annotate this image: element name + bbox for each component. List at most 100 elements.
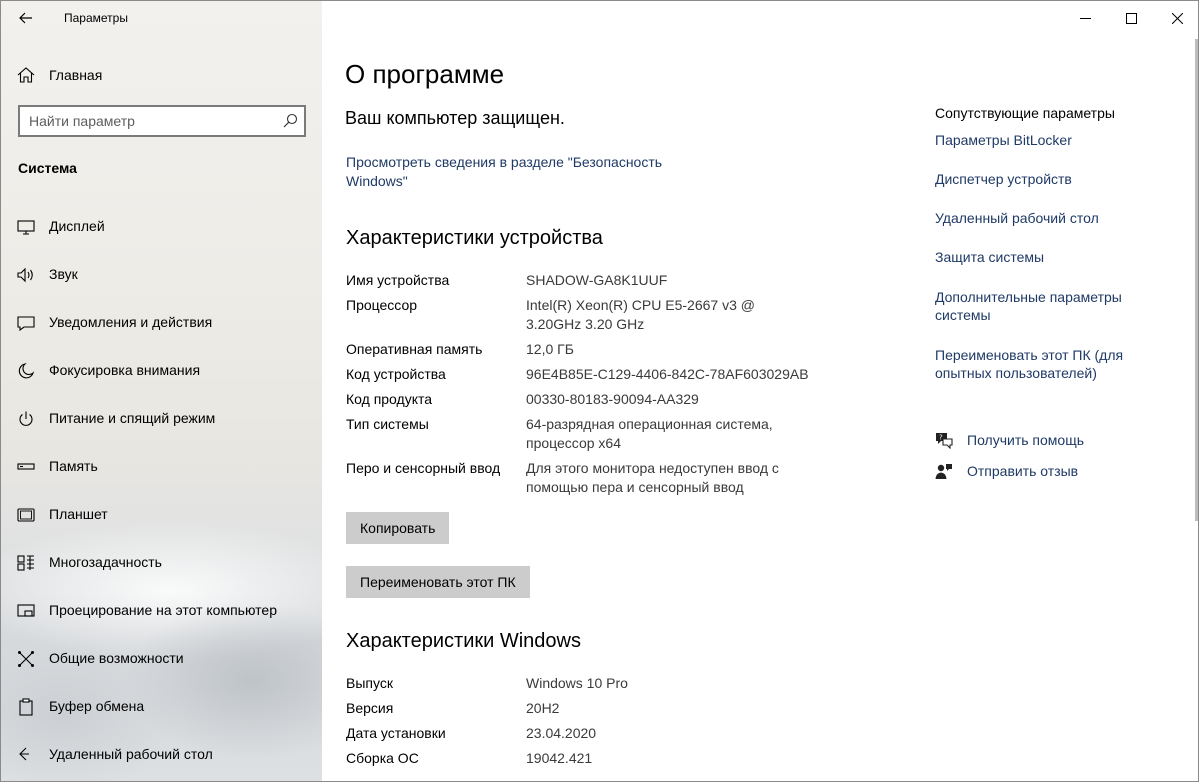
search-box[interactable] bbox=[18, 105, 306, 137]
security-details-link[interactable]: Просмотреть сведения в разделе "Безопасн… bbox=[346, 153, 686, 191]
protection-status: Ваш компьютер защищен. bbox=[345, 108, 565, 128]
sidebar-item-label: Проецирование на этот компьютер bbox=[49, 602, 277, 618]
spec-key: Версия bbox=[346, 700, 394, 716]
sidebar-item-sound[interactable]: Звук bbox=[1, 255, 322, 295]
spec-value: 00330-80183-90094-AA329 bbox=[526, 391, 699, 407]
home-icon bbox=[17, 67, 35, 83]
storage-icon bbox=[17, 463, 35, 470]
sidebar-item-tablet[interactable]: Планшет bbox=[1, 495, 322, 535]
spec-value: SHADOW-GA8K1UUF bbox=[526, 272, 668, 288]
sidebar-item-shared[interactable]: Общие возможности bbox=[1, 639, 322, 679]
rename-pc-button[interactable]: Переименовать этот ПК bbox=[346, 566, 530, 598]
multitasking-icon bbox=[17, 555, 34, 571]
sidebar-item-label: Удаленный рабочий стол bbox=[49, 746, 213, 762]
spec-value: Для этого монитора недоступен ввод с пом… bbox=[526, 460, 779, 495]
home-label: Главная bbox=[49, 67, 103, 83]
shared-experiences-icon bbox=[18, 651, 34, 667]
copy-button[interactable]: Копировать bbox=[346, 512, 450, 544]
section-title: Система bbox=[18, 160, 77, 176]
scrollbar[interactable] bbox=[1195, 39, 1198, 521]
get-help-label: Получить помощь bbox=[967, 432, 1085, 448]
remote-desktop-icon bbox=[19, 747, 29, 761]
search-input[interactable] bbox=[29, 112, 269, 130]
sidebar-item-remote-desktop[interactable]: Удаленный рабочий стол bbox=[1, 735, 322, 775]
back-arrow-icon bbox=[19, 12, 32, 24]
advanced-system-settings-link[interactable]: Дополнительные параметры системы bbox=[935, 288, 1135, 324]
minimize-button[interactable] bbox=[1062, 1, 1108, 35]
tablet-icon bbox=[17, 508, 35, 522]
spec-key: Выпуск bbox=[346, 675, 393, 691]
spec-value: 96E4B85E-C129-4406-842C-78AF603029AB bbox=[526, 366, 809, 382]
sidebar-item-multitasking[interactable]: Многозадачность bbox=[1, 543, 322, 583]
spec-key: Тип системы bbox=[346, 416, 429, 432]
spec-value: 19042.421 bbox=[526, 750, 593, 766]
minimize-icon bbox=[1079, 17, 1091, 19]
titlebar-left: Параметры bbox=[1, 1, 322, 35]
sidebar-item-focus[interactable]: Фокусировка внимания bbox=[1, 351, 322, 391]
main-content: О программе Ваш компьютер защищен. Просм… bbox=[322, 1, 1198, 781]
sidebar-item-clipboard[interactable]: Буфер обмена bbox=[1, 687, 322, 727]
sidebar-item-label: Дисплей bbox=[49, 218, 105, 234]
spec-value: 20H2 bbox=[526, 700, 560, 716]
settings-window: Параметры Главная Система Дисплей Звук У… bbox=[0, 0, 1199, 782]
sidebar-item-label: Буфер обмена bbox=[49, 698, 145, 714]
maximize-icon bbox=[1125, 12, 1137, 24]
sidebar-item-label: Уведомления и действия bbox=[49, 314, 213, 330]
sidebar-item-label: Память bbox=[49, 458, 98, 474]
bitlocker-link[interactable]: Параметры BitLocker bbox=[935, 131, 1185, 149]
spec-value: 64-разрядная операционная система, проце… bbox=[526, 416, 773, 451]
page-title: О программе bbox=[345, 59, 505, 89]
speaker-icon bbox=[17, 267, 33, 283]
sidebar-item-label: Фокусировка внимания bbox=[49, 362, 201, 378]
device-manager-link[interactable]: Диспетчер устройств bbox=[935, 170, 1185, 188]
sidebar: Параметры Главная Система Дисплей Звук У… bbox=[1, 1, 322, 781]
close-button[interactable] bbox=[1154, 1, 1198, 35]
remote-desktop-link[interactable]: Удаленный рабочий стол bbox=[935, 209, 1185, 227]
display-icon bbox=[17, 220, 35, 235]
window-controls bbox=[1062, 1, 1198, 35]
spec-value: 12,0 ГБ bbox=[526, 341, 574, 357]
spec-key: Код устройства bbox=[346, 366, 446, 382]
notification-icon bbox=[17, 316, 35, 332]
spec-value: Windows 10 Pro bbox=[526, 675, 628, 691]
spec-key: Имя устройства bbox=[346, 272, 450, 288]
sidebar-item-label: Звук bbox=[49, 266, 78, 282]
spec-key: Перо и сенсорный ввод bbox=[346, 460, 501, 476]
search-icon[interactable] bbox=[282, 113, 298, 129]
get-help-link[interactable]: ? Получить помощь bbox=[935, 430, 1185, 452]
spec-key: Процессор bbox=[346, 297, 418, 313]
sidebar-item-projecting[interactable]: Проецирование на этот компьютер bbox=[1, 591, 322, 631]
spec-value: Intel(R) Xeon(R) CPU E5-2667 v3 @ 3.20GH… bbox=[526, 297, 755, 332]
maximize-button[interactable] bbox=[1108, 1, 1154, 35]
send-feedback-link[interactable]: Отправить отзыв bbox=[935, 461, 1185, 483]
sidebar-item-label: Многозадачность bbox=[49, 554, 162, 570]
system-protection-link[interactable]: Защита системы bbox=[935, 248, 1185, 266]
close-icon bbox=[1171, 12, 1183, 24]
svg-text:?: ? bbox=[939, 434, 943, 442]
home-nav-item[interactable]: Главная bbox=[1, 59, 322, 91]
help-chat-icon: ? bbox=[936, 433, 953, 449]
device-specs-heading: Характеристики устройства bbox=[346, 227, 603, 249]
windows-specs-heading: Характеристики Windows bbox=[346, 630, 581, 652]
sidebar-item-label: Питание и спящий режим bbox=[49, 410, 216, 426]
sidebar-item-power[interactable]: Питание и спящий режим bbox=[1, 399, 322, 439]
spec-key: Оперативная память bbox=[346, 341, 483, 357]
clipboard-icon bbox=[19, 698, 33, 716]
feedback-icon bbox=[935, 464, 952, 479]
sidebar-item-display[interactable]: Дисплей bbox=[1, 207, 322, 247]
power-icon bbox=[19, 411, 33, 426]
sidebar-item-label: Планшет bbox=[49, 506, 108, 522]
sidebar-item-storage[interactable]: Память bbox=[1, 447, 322, 487]
send-feedback-label: Отправить отзыв bbox=[967, 463, 1079, 479]
projector-icon bbox=[17, 604, 35, 617]
app-title: Параметры bbox=[64, 11, 128, 25]
spec-key: Дата установки bbox=[346, 725, 446, 741]
moon-icon bbox=[18, 363, 35, 379]
sidebar-item-label: Общие возможности bbox=[49, 650, 184, 666]
sidebar-item-notifications[interactable]: Уведомления и действия bbox=[1, 303, 322, 343]
back-button[interactable] bbox=[11, 5, 41, 31]
spec-key: Код продукта bbox=[346, 391, 433, 407]
rename-pc-advanced-link[interactable]: Переименовать этот ПК (для опытных польз… bbox=[935, 346, 1135, 382]
spec-key: Сборка ОС bbox=[346, 750, 419, 766]
related-settings-heading: Сопутствующие параметры bbox=[935, 105, 1115, 121]
